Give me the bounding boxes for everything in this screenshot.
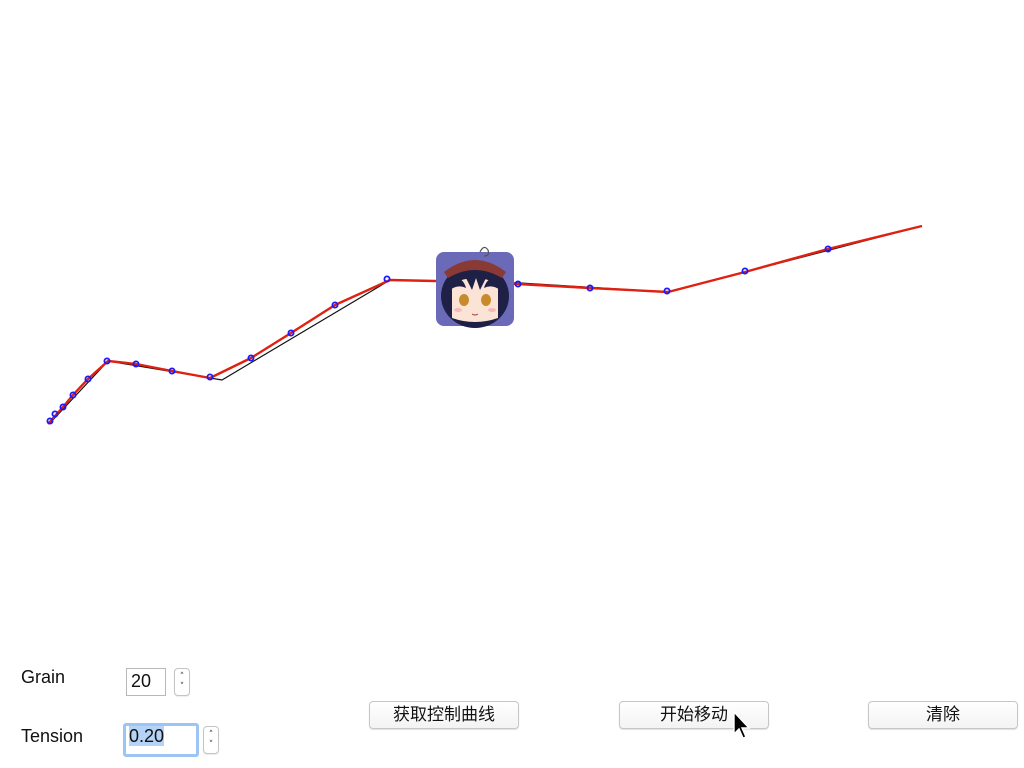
tension-label: Tension — [21, 726, 84, 746]
chevron-down-icon[interactable]: ˅ — [209, 740, 214, 750]
control-point[interactable] — [383, 275, 391, 283]
control-point[interactable] — [51, 410, 59, 418]
grain-label: Grain — [21, 667, 66, 687]
tension-input[interactable]: 0.20 — [123, 723, 199, 757]
sprite-eye-left — [459, 294, 469, 306]
grain-stepper[interactable]: ˄ ˅ — [174, 668, 190, 696]
chevron-up-icon[interactable]: ˄ — [209, 730, 214, 740]
clear-button[interactable]: 清除 — [868, 701, 1018, 729]
tension-value: 0.20 — [129, 726, 165, 746]
chevron-down-icon[interactable]: ˅ — [180, 682, 185, 692]
app-window: Grain 20 ˄ ˅ Tension 0.20 ˄ ˅ 获取控制曲线 开始移… — [0, 0, 1024, 768]
curve-canvas[interactable] — [0, 0, 1024, 640]
mouse-cursor-icon — [733, 710, 751, 739]
sprite-eye-right — [481, 294, 491, 306]
get-control-curve-button[interactable]: 获取控制曲线 — [369, 701, 519, 729]
chevron-up-icon[interactable]: ˄ — [180, 672, 185, 682]
anime-character-sprite — [436, 246, 514, 328]
grain-input[interactable]: 20 — [126, 668, 166, 696]
sprite-blush-right — [488, 308, 496, 312]
sprite-blush-left — [454, 308, 462, 312]
grain-value: 20 — [131, 671, 152, 691]
tension-stepper[interactable]: ˄ ˅ — [203, 726, 219, 754]
